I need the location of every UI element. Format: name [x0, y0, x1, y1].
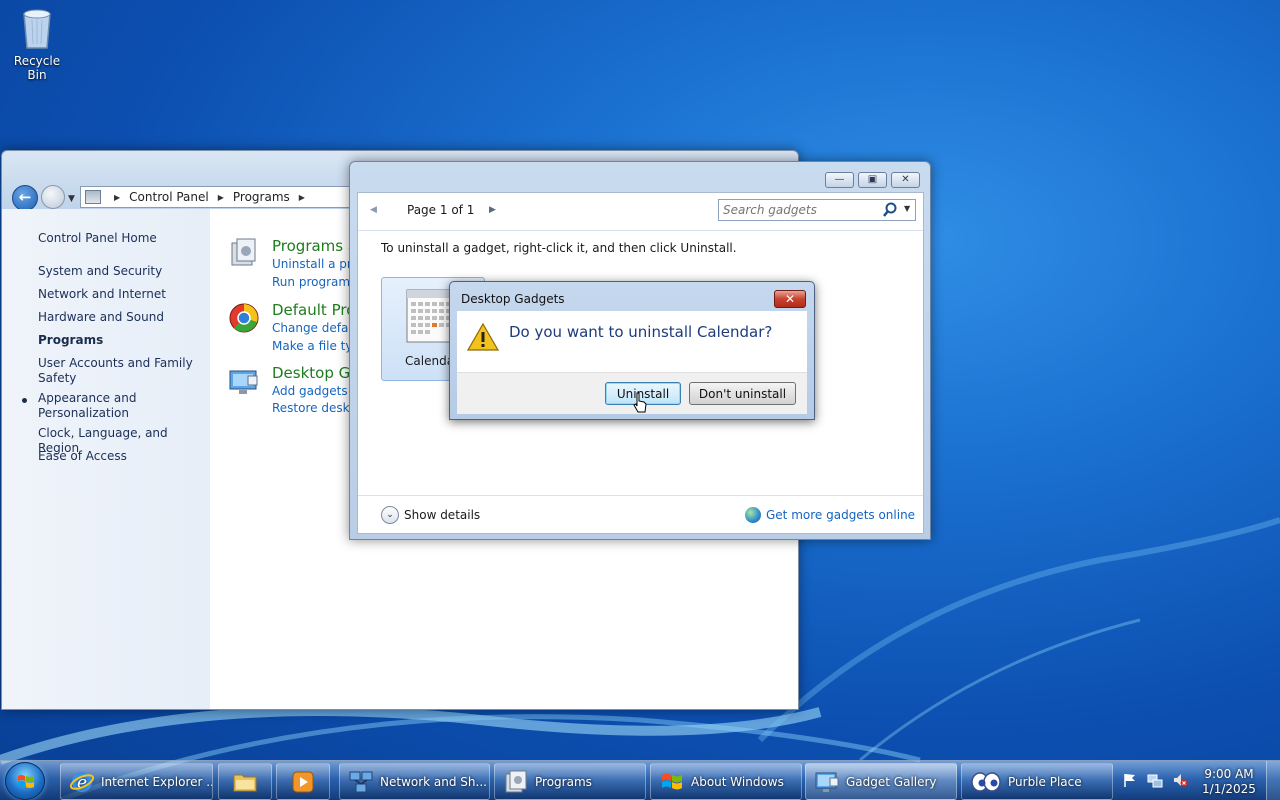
- taskbar-programs[interactable]: Programs: [494, 763, 646, 800]
- close-button[interactable]: ✕: [891, 172, 920, 188]
- volume-muted-icon[interactable]: [1172, 772, 1188, 788]
- minimize-button[interactable]: —: [825, 172, 854, 188]
- control-panel-sidebar: Control Panel Home System and Security N…: [2, 209, 210, 709]
- sidebar-item-appearance[interactable]: Appearance and Personalization: [38, 391, 203, 421]
- dont-uninstall-button[interactable]: Don't uninstall: [689, 382, 796, 405]
- show-desktop-button[interactable]: [1266, 761, 1280, 800]
- network-icon: [349, 771, 373, 792]
- programs-features-icon: [231, 238, 256, 266]
- taskbar-label: About Windows: [691, 774, 784, 789]
- address-bar[interactable]: ▶ Control Panel ▶ Programs ▶: [80, 186, 360, 208]
- taskbar-label: Internet Explorer ...: [101, 774, 213, 789]
- desktop-gadgets-icon: [229, 370, 258, 394]
- dialog-title: Desktop Gadgets: [461, 292, 565, 306]
- system-clock[interactable]: 9:00 AM 1/1/2025: [1198, 767, 1260, 797]
- clock-time: 9:00 AM: [1204, 767, 1254, 781]
- search-input[interactable]: [723, 202, 878, 218]
- purble-place-icon: [971, 771, 1001, 792]
- search-box[interactable]: ▼: [718, 199, 916, 221]
- gallery-footer: ⌄ Show details Get more gadgets online: [358, 495, 923, 533]
- clock-date: 1/1/2025: [1202, 782, 1256, 796]
- category-programs-title[interactable]: Programs a: [272, 237, 357, 255]
- taskbar-network-sharing[interactable]: Network and Sh...: [339, 763, 490, 800]
- recycle-bin-icon: [20, 6, 54, 50]
- taskbar-internet-explorer[interactable]: e Internet Explorer ...: [60, 763, 213, 800]
- dialog-close-button[interactable]: ✕: [774, 290, 806, 308]
- sidebar-item-home[interactable]: Control Panel Home: [38, 231, 203, 246]
- category-default-programs-title[interactable]: Default Pro: [272, 301, 355, 319]
- warning-icon: [467, 322, 499, 351]
- taskbar-label: Programs: [535, 774, 592, 789]
- taskbar-explorer[interactable]: [218, 763, 272, 800]
- sidebar-item-programs[interactable]: Programs: [38, 333, 203, 348]
- action-center-flag-icon[interactable]: [1122, 772, 1138, 788]
- taskbar-label: Network and Sh...: [380, 774, 487, 789]
- search-dropdown-icon[interactable]: ▼: [904, 204, 910, 213]
- gadget-gallery-icon: [815, 772, 839, 792]
- breadcrumb-control-panel[interactable]: Control Panel: [129, 190, 209, 204]
- sidebar-item-network[interactable]: Network and Internet: [38, 287, 203, 302]
- media-player-icon: [292, 771, 314, 792]
- start-button[interactable]: [5, 762, 45, 800]
- taskbar-label: Gadget Gallery: [846, 774, 937, 789]
- show-details-chevron-icon[interactable]: ⌄: [381, 506, 399, 524]
- link-file-type[interactable]: Make a file typ: [272, 339, 360, 353]
- page-indicator: Page 1 of 1: [407, 203, 475, 217]
- control-panel-icon: [85, 190, 101, 204]
- windows-logo-icon: [18, 775, 34, 788]
- breadcrumb-arrow-icon[interactable]: ▶: [299, 193, 305, 202]
- sidebar-item-system-security[interactable]: System and Security: [38, 264, 203, 279]
- taskbar-purble-place[interactable]: Purble Place: [961, 763, 1113, 800]
- mouse-cursor-icon: [633, 392, 647, 413]
- next-page-icon[interactable]: ▶: [489, 205, 496, 215]
- sidebar-item-ease-of-access[interactable]: Ease of Access: [38, 449, 203, 464]
- dialog-content: Do you want to uninstall Calendar?: [457, 311, 807, 372]
- show-details-link[interactable]: Show details: [404, 508, 480, 522]
- sidebar-item-hardware[interactable]: Hardware and Sound: [38, 310, 203, 325]
- link-run-programs[interactable]: Run programs: [272, 275, 356, 289]
- globe-icon: [745, 507, 761, 523]
- dialog-button-bar: Uninstall Don't uninstall: [457, 372, 807, 414]
- category-desktop-gadgets-title[interactable]: Desktop Ga: [272, 364, 359, 382]
- uninstall-instruction: To uninstall a gadget, right-click it, a…: [381, 241, 737, 255]
- internet-explorer-icon: e: [69, 771, 95, 793]
- taskbar-media-player[interactable]: [276, 763, 330, 800]
- forward-button[interactable]: [41, 185, 65, 209]
- recycle-bin-label: Recycle Bin: [13, 54, 61, 82]
- dialog-message: Do you want to uninstall Calendar?: [509, 323, 773, 341]
- back-button[interactable]: ←: [12, 185, 38, 211]
- recent-pages-dropdown-icon[interactable]: ▼: [68, 194, 75, 204]
- default-programs-icon: [229, 303, 259, 333]
- search-icon[interactable]: [882, 202, 898, 218]
- maximize-button[interactable]: ▣: [858, 172, 887, 188]
- breadcrumb-programs[interactable]: Programs: [233, 190, 290, 204]
- taskbar-gadget-gallery[interactable]: Gadget Gallery: [805, 763, 957, 800]
- breadcrumb-arrow-icon[interactable]: ▶: [218, 193, 224, 202]
- divider: [358, 230, 923, 231]
- active-bullet-icon: [22, 398, 27, 403]
- get-more-gadgets-link[interactable]: Get more gadgets online: [766, 508, 915, 522]
- uninstall-confirm-dialog: Desktop Gadgets ✕ Do you want to uninsta…: [449, 281, 815, 420]
- sidebar-item-user-accounts[interactable]: User Accounts and Family Safety: [38, 356, 203, 386]
- previous-page-icon[interactable]: ◀: [370, 205, 377, 215]
- taskbar: e Internet Explorer ... Network and Sh..…: [0, 760, 1280, 800]
- folder-icon: [233, 774, 257, 791]
- taskbar-about-windows[interactable]: About Windows: [650, 763, 802, 800]
- recycle-bin-shortcut[interactable]: Recycle Bin: [4, 6, 70, 82]
- breadcrumb-arrow-icon[interactable]: ▶: [114, 193, 120, 202]
- programs-icon: [505, 770, 527, 792]
- network-tray-icon[interactable]: [1147, 772, 1163, 788]
- taskbar-label: Purble Place: [1008, 774, 1082, 789]
- windows-logo-icon: [662, 773, 682, 789]
